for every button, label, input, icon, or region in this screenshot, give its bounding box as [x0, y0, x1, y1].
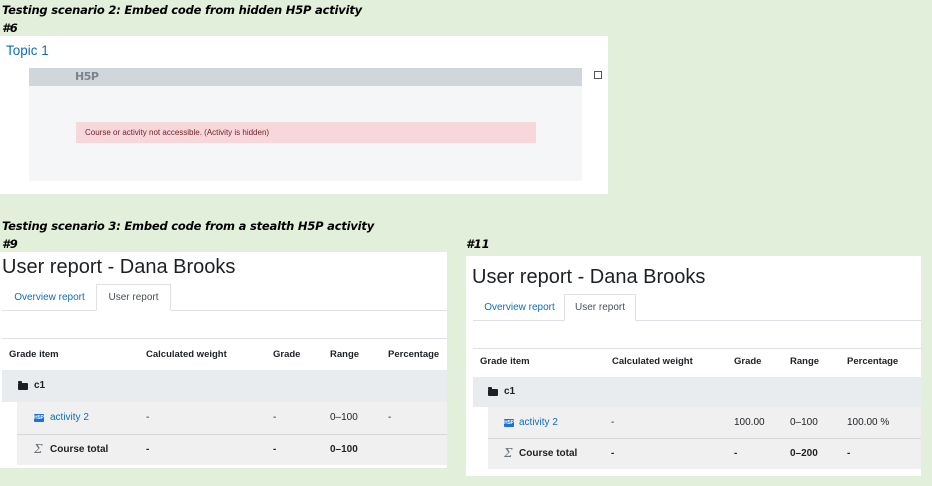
completion-checkbox[interactable] [594, 71, 602, 79]
h5p-icon: H5P [34, 414, 44, 422]
category-row: c1 [2, 370, 447, 402]
case-label-6: #6 [2, 21, 18, 35]
access-error-alert: Course or activity not accessible. (Acti… [76, 122, 536, 143]
tab-user-report[interactable]: User report [564, 294, 636, 321]
header-percentage: Percentage [847, 356, 899, 367]
table-row: Σ Course total - - 0–200 - [488, 439, 921, 469]
topic-panel: Topic 1 H5P Course or activity not acces… [0, 36, 608, 194]
header-range: Range [790, 356, 820, 367]
header-grade: Grade [273, 349, 301, 360]
weight-cell: - [611, 417, 615, 428]
tab-user-report[interactable]: User report [96, 284, 171, 311]
range-cell: 0–200 [790, 448, 818, 459]
header-grade: Grade [734, 356, 762, 367]
weight-cell: - [146, 412, 150, 423]
topic-1-link[interactable]: Topic 1 [6, 43, 49, 58]
header-range: Range [330, 349, 360, 360]
case-label-9: #9 [2, 237, 18, 251]
report-title: User report - Dana Brooks [2, 256, 236, 278]
table-top-border [2, 338, 447, 339]
h5p-header-bar: H5P [29, 68, 582, 86]
scenario2-heading: Testing scenario 2: Embed code from hidd… [2, 3, 362, 17]
table-row: H5P activity 2 - 100.00 0–100 100.00 % [488, 407, 921, 438]
h5p-embed-frame: H5P Course or activity not accessible. (… [29, 68, 582, 181]
weight-cell: - [146, 444, 150, 455]
sigma-icon: Σ [34, 442, 43, 456]
range-cell: 0–100 [330, 412, 358, 423]
course-total-label: Course total [519, 448, 578, 459]
sigma-icon: Σ [504, 446, 513, 460]
folder-icon [488, 387, 498, 396]
header-grade-item: Grade item [9, 349, 59, 360]
folder-icon [18, 381, 28, 390]
percentage-cell: 100.00 % [847, 417, 890, 428]
grade-cell: - [734, 448, 738, 459]
category-name: c1 [504, 386, 516, 397]
course-total-label: Course total [50, 444, 109, 455]
header-calculated-weight: Calculated weight [146, 349, 227, 360]
tab-overview-report[interactable]: Overview report [474, 294, 565, 321]
table-row: H5P activity 2 - - 0–100 - [17, 402, 447, 434]
grade-item-link[interactable]: activity 2 [50, 412, 89, 423]
category-row: c1 [473, 377, 921, 407]
user-report-11: User report - Dana Brooks Overview repor… [466, 256, 921, 476]
tab-overview-report[interactable]: Overview report [3, 284, 96, 311]
table-row: Σ Course total - - 0–100 [17, 435, 447, 465]
grade-cell: - [273, 412, 277, 423]
percentage-cell: - [847, 448, 851, 459]
percentage-cell: - [388, 412, 392, 423]
grade-cell: - [273, 444, 277, 455]
h5p-logo-icon: H5P [75, 70, 99, 83]
grade-cell: 100.00 [734, 417, 765, 428]
grade-item-link[interactable]: activity 2 [519, 417, 558, 428]
h5p-icon: H5P [504, 419, 514, 427]
case-label-11: #11 [466, 237, 490, 251]
header-calculated-weight: Calculated weight [612, 356, 693, 367]
range-cell: 0–100 [330, 444, 358, 455]
category-name: c1 [34, 380, 46, 391]
range-cell: 0–100 [790, 417, 818, 428]
table-top-border [473, 348, 921, 349]
scenario3-heading: Testing scenario 3: Embed code from a st… [2, 219, 375, 233]
weight-cell: - [611, 448, 615, 459]
user-report-9: User report - Dana Brooks Overview repor… [0, 252, 447, 468]
header-percentage: Percentage [388, 349, 440, 360]
report-title: User report - Dana Brooks [472, 266, 706, 288]
header-grade-item: Grade item [480, 356, 530, 367]
